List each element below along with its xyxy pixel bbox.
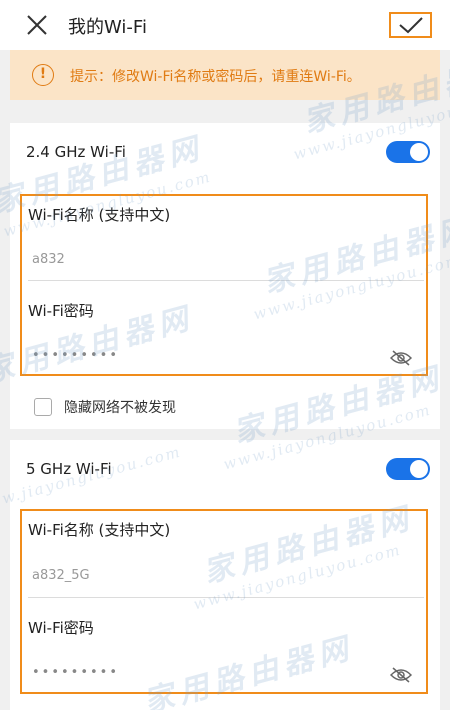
- band-5-name-label: Wi-Fi名称 (支持中文): [28, 521, 171, 539]
- band-5-card: 5 GHz Wi-Fi Wi-Fi名称 (支持中文) Wi-Fi密码 •••••…: [10, 440, 440, 710]
- hide-network-label: 隐藏网络不被发现: [64, 400, 176, 416]
- band-5-fields: Wi-Fi名称 (支持中文) Wi-Fi密码 •••••••••: [20, 509, 428, 694]
- band-24-label: 2.4 GHz Wi-Fi: [26, 143, 126, 161]
- band-24-name-input[interactable]: [32, 252, 332, 267]
- notice-banner: ! 提示：修改Wi-Fi名称或密码后，请重连Wi-Fi。: [10, 50, 440, 100]
- band-24-password-label: Wi-Fi密码: [28, 302, 94, 320]
- top-bar: 我的Wi-Fi: [0, 0, 450, 50]
- band-24-card: 2.4 GHz Wi-Fi Wi-Fi名称 (支持中文) Wi-Fi密码 •••…: [10, 123, 440, 429]
- band-5-password-input[interactable]: •••••••••: [32, 665, 119, 680]
- notice-text: 提示：修改Wi-Fi名称或密码后，请重连Wi-Fi。: [70, 69, 361, 85]
- info-icon: !: [32, 64, 54, 86]
- divider: [28, 280, 424, 281]
- band-5-password-label: Wi-Fi密码: [28, 619, 94, 637]
- band-5-label: 5 GHz Wi-Fi: [26, 460, 112, 478]
- close-icon[interactable]: [24, 12, 50, 38]
- hide-network-row[interactable]: 隐藏网络不被发现: [34, 397, 176, 417]
- eye-off-icon[interactable]: [389, 667, 413, 683]
- band-24-fields: Wi-Fi名称 (支持中文) Wi-Fi密码 •••••••••: [20, 194, 428, 376]
- confirm-button[interactable]: [389, 12, 432, 38]
- check-icon: [398, 17, 423, 34]
- eye-off-icon[interactable]: [389, 350, 413, 366]
- band-24-name-label: Wi-Fi名称 (支持中文): [28, 206, 171, 224]
- band-5-name-input[interactable]: [32, 568, 332, 583]
- band-5-toggle[interactable]: [386, 458, 430, 480]
- band-24-toggle[interactable]: [386, 141, 430, 163]
- hide-network-checkbox[interactable]: [34, 398, 52, 416]
- band-24-password-input[interactable]: •••••••••: [32, 348, 119, 363]
- divider: [28, 597, 424, 598]
- page-title: 我的Wi-Fi: [68, 17, 147, 38]
